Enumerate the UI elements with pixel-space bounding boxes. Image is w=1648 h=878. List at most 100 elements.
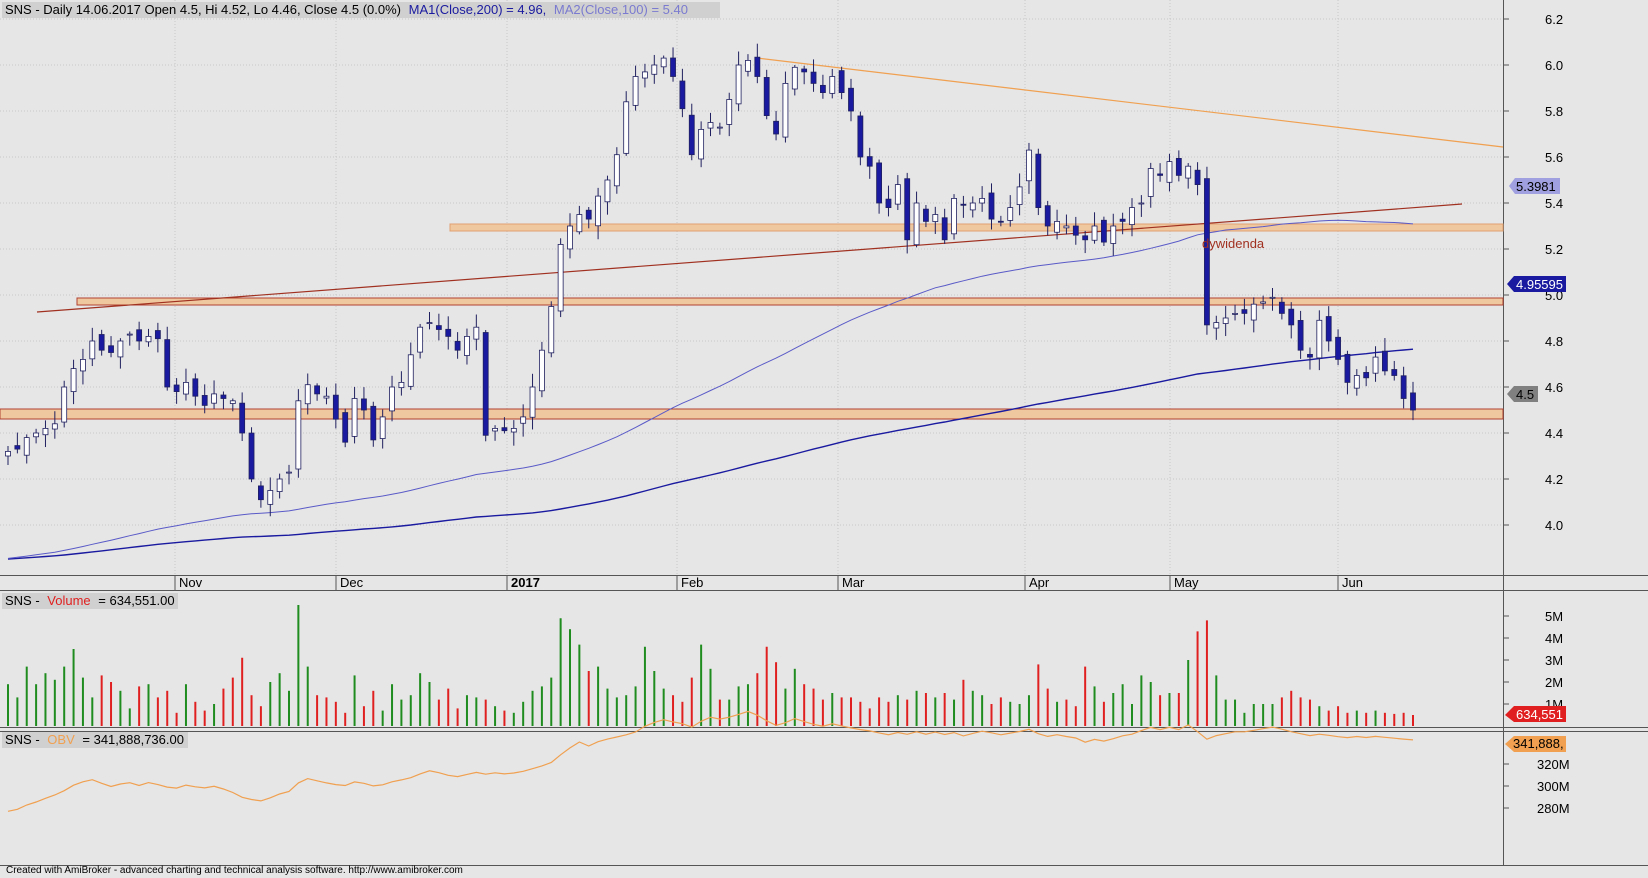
candle-body <box>632 76 639 106</box>
candle-body <box>997 220 1004 223</box>
candle-body <box>988 192 995 220</box>
candle-body <box>482 332 489 436</box>
price-tick-label: 4.4 <box>1545 426 1563 441</box>
candle <box>370 401 377 447</box>
obv-tick-label: 280M <box>1537 801 1570 816</box>
obv-tick-label: 300M <box>1537 779 1570 794</box>
candle <box>548 301 555 358</box>
candle-body <box>61 386 68 423</box>
candle-body <box>1382 350 1388 372</box>
candle-body <box>1260 301 1267 304</box>
candle <box>1101 216 1107 246</box>
candle-body <box>426 322 433 325</box>
candle-body <box>332 394 339 420</box>
price-tick-label: 4.6 <box>1545 380 1563 395</box>
candle-body <box>248 432 255 480</box>
candle-body <box>1016 186 1023 206</box>
candle-body <box>1044 205 1051 227</box>
price-tick-label: 5.2 <box>1545 242 1563 257</box>
candle-body <box>679 80 686 110</box>
candle-body <box>801 68 808 73</box>
candle-body <box>454 340 461 351</box>
candle-body <box>510 427 517 433</box>
obv-last-badge: 341,888, <box>1505 736 1566 752</box>
svg-text:4.95595: 4.95595 <box>1516 277 1563 292</box>
candle-body <box>857 115 864 158</box>
dividend-annotation: dywidenda <box>1202 236 1265 251</box>
price-tick-label: 4.8 <box>1545 334 1563 349</box>
month-label: Apr <box>1029 575 1050 590</box>
candle-body <box>492 427 498 432</box>
candle-body <box>1119 218 1126 222</box>
candle-body <box>33 432 39 438</box>
candle <box>61 380 68 428</box>
candle-body <box>1138 202 1145 205</box>
candle-body <box>98 334 105 351</box>
candle-body <box>1072 225 1079 236</box>
candle-body <box>304 384 311 405</box>
price-pane <box>0 0 1503 575</box>
candle-body <box>1054 220 1060 233</box>
svg-text:341,888,: 341,888, <box>1513 736 1564 751</box>
price-tick-label: 6.2 <box>1545 12 1563 27</box>
candle-body <box>389 386 395 412</box>
amibroker-chart[interactable]: 6.26.05.85.65.45.25.04.84.64.44.24.05M4M… <box>0 0 1648 878</box>
candle-body <box>773 120 779 135</box>
candle-body <box>5 450 11 457</box>
candle-body <box>201 395 208 406</box>
candle-body <box>314 385 321 395</box>
candle-body <box>1063 225 1070 229</box>
candle-body <box>763 77 770 116</box>
volume-tick-label: 2M <box>1545 675 1563 690</box>
candle-body <box>89 340 96 360</box>
month-label: Mar <box>842 575 865 590</box>
candle-body <box>1391 369 1398 376</box>
candle-body <box>1194 169 1201 185</box>
candle-body <box>866 156 873 167</box>
candle-body <box>642 71 648 79</box>
candle-body <box>969 202 976 211</box>
candle-body <box>1335 336 1341 360</box>
support-band-orange <box>449 223 1504 232</box>
candle-body <box>1222 317 1229 324</box>
candle-body <box>820 84 826 93</box>
candle-body <box>1082 235 1089 241</box>
candle-body <box>1344 353 1351 383</box>
candle-body <box>1035 153 1042 209</box>
price-tick-label: 4.0 <box>1545 518 1563 533</box>
volume-last-badge: 634,551 <box>1505 706 1566 722</box>
candle-body <box>885 198 892 209</box>
candle-body <box>576 214 583 233</box>
candle-body <box>754 56 761 77</box>
obv-header: SNS - OBV = 341,888,736.00 <box>5 732 184 747</box>
candle-body <box>651 64 658 75</box>
candle-body <box>1101 219 1107 243</box>
candle-body <box>1307 353 1313 358</box>
candle-body <box>183 381 189 395</box>
candle-body <box>979 197 986 204</box>
candle-body <box>1007 207 1014 221</box>
candle-body <box>257 485 264 501</box>
candle-body <box>951 197 957 235</box>
candle <box>951 194 957 240</box>
candle-body <box>239 402 246 434</box>
candle <box>295 389 302 478</box>
candle-body <box>1241 309 1248 314</box>
candle-body <box>1213 322 1220 329</box>
candle-body <box>445 328 452 337</box>
candle-body <box>361 398 367 411</box>
candle-body <box>1372 356 1379 374</box>
candle <box>857 111 864 166</box>
candle-body <box>1363 372 1370 379</box>
candle-body <box>23 437 30 456</box>
month-label: Jun <box>1342 575 1363 590</box>
month-label: May <box>1174 575 1199 590</box>
candle-body <box>707 122 714 129</box>
price-tick-label: 5.4 <box>1545 196 1563 211</box>
candle-body <box>286 471 292 474</box>
candle-body <box>276 478 283 493</box>
candle-body <box>145 335 152 343</box>
volume-tick-label: 3M <box>1545 653 1563 668</box>
candle-body <box>211 393 217 404</box>
volume-tick-label: 5M <box>1545 609 1563 624</box>
